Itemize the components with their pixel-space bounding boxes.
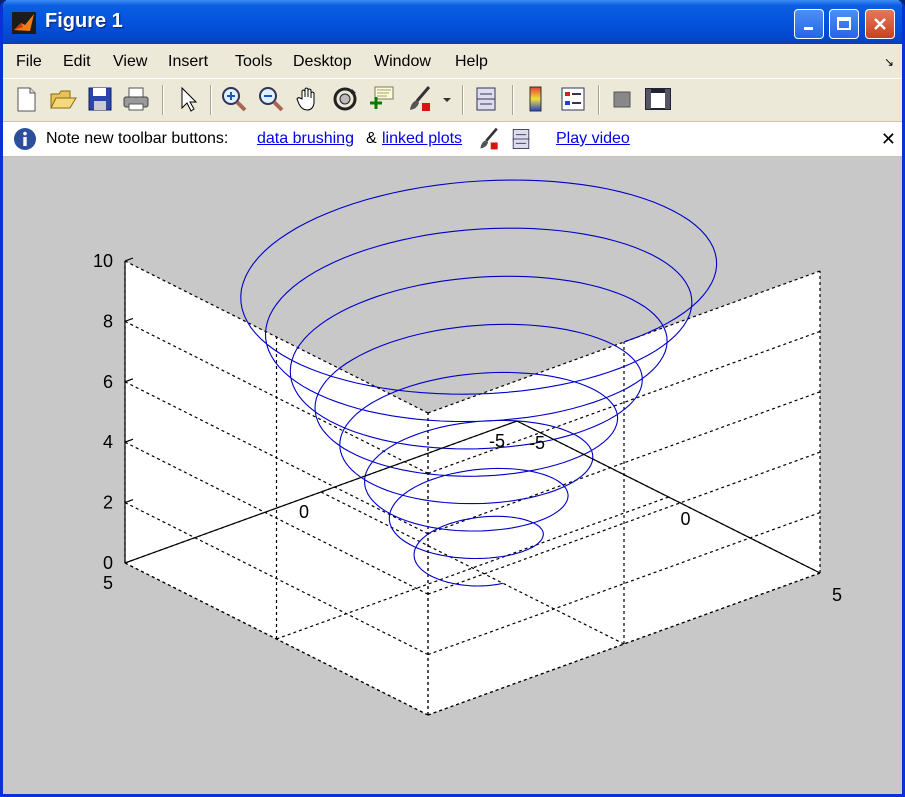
pointer-icon[interactable]	[173, 84, 203, 114]
x-tick-label: 0	[681, 509, 691, 529]
pan-hand-icon[interactable]	[293, 84, 323, 114]
toolbar-separator	[462, 85, 464, 115]
brush-dropdown-icon[interactable]	[440, 84, 454, 114]
info-bar: Note new toolbar buttons: data brushing …	[3, 122, 902, 157]
x-tick-label: -5	[529, 433, 545, 453]
link-plot-icon	[512, 129, 530, 149]
linked-plots-link[interactable]: linked plots	[382, 130, 462, 148]
menu-desktop[interactable]: Desktop	[293, 53, 352, 71]
maximize-button[interactable]	[829, 9, 859, 39]
window-title: Figure 1	[45, 10, 123, 32]
toolbar-separator	[162, 85, 164, 115]
zoom-out-icon[interactable]	[256, 84, 286, 114]
menu-edit[interactable]: Edit	[63, 53, 91, 71]
data-cursor-icon[interactable]	[367, 84, 397, 114]
save-icon[interactable]	[85, 84, 115, 114]
axes-walls	[125, 261, 820, 715]
open-folder-icon[interactable]	[48, 84, 78, 114]
y-tick-label: 0	[299, 502, 309, 522]
title-bar[interactable]: Figure 1	[3, 0, 902, 44]
info-note-text: Note new toolbar buttons:	[46, 130, 229, 147]
close-info-icon[interactable]: ✕	[881, 129, 896, 150]
figure-toolbar	[3, 78, 902, 122]
z-tick-label: 10	[93, 251, 113, 271]
close-button[interactable]	[865, 9, 895, 39]
info-ampersand: &	[366, 130, 377, 147]
zoom-in-icon[interactable]	[219, 84, 249, 114]
maximize-icon	[837, 17, 851, 30]
z-tick-label: 0	[103, 553, 113, 573]
link-plot-icon[interactable]	[471, 84, 501, 114]
matlab-logo-icon	[12, 12, 36, 34]
menu-insert[interactable]: Insert	[168, 53, 208, 71]
legend-icon[interactable]	[558, 84, 588, 114]
close-icon	[874, 18, 886, 30]
hide-plot-tools-icon[interactable]	[607, 84, 637, 114]
data-brushing-link[interactable]: data brushing	[257, 130, 354, 148]
info-icon	[14, 128, 36, 150]
minimize-icon	[804, 27, 813, 30]
menu-window[interactable]: Window	[374, 53, 431, 71]
toolbar-separator	[512, 85, 514, 115]
z-tick-label: 4	[103, 432, 113, 452]
figure-window: Figure 1 File Edit View Insert Tools Des…	[0, 0, 905, 797]
menu-tools[interactable]: Tools	[235, 53, 272, 71]
new-file-icon[interactable]	[11, 84, 41, 114]
show-plot-tools-icon[interactable]	[643, 84, 673, 114]
play-video-link[interactable]: Play video	[556, 130, 630, 148]
z-tick-label: 8	[103, 311, 113, 331]
z-tick-label: 6	[103, 372, 113, 392]
toolbar-separator	[210, 85, 212, 115]
dock-arrow-icon[interactable]: ↘	[884, 55, 894, 69]
toolbar-separator	[598, 85, 600, 115]
menu-view[interactable]: View	[113, 53, 147, 71]
rotate-3d-icon[interactable]	[330, 84, 360, 114]
plot-3d[interactable]: 0246810-505-505	[3, 157, 902, 794]
colorbar-icon[interactable]	[521, 84, 551, 114]
y-tick-label: -5	[489, 431, 505, 451]
menu-help[interactable]: Help	[455, 53, 488, 71]
figure-canvas: 0 2 4 6 8 10 -5 0 5 -5 0 5	[3, 157, 902, 794]
brush-icon	[480, 127, 498, 150]
print-icon[interactable]	[121, 84, 151, 114]
minimize-button[interactable]	[794, 9, 824, 39]
menu-bar: File Edit View Insert Tools Desktop Wind…	[3, 44, 902, 77]
z-tick-mark	[124, 257, 134, 262]
brush-icon[interactable]	[405, 84, 435, 114]
z-tick-label: 2	[103, 493, 113, 513]
menu-file[interactable]: File	[16, 53, 42, 71]
x-tick-label: 5	[832, 585, 842, 605]
y-tick-label: 5	[103, 573, 113, 593]
